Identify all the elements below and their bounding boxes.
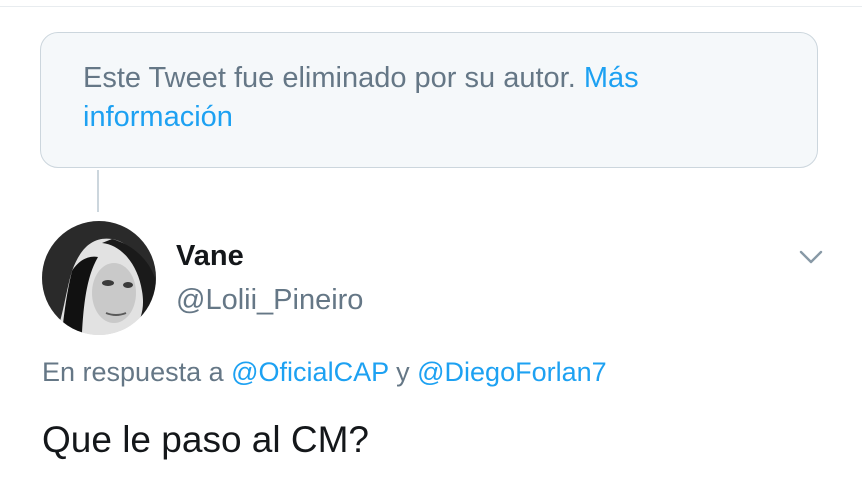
divider [0, 6, 862, 7]
deleted-tweet-text: Este Tweet fue eliminado por su autor. [83, 62, 576, 94]
thread-connector-line [97, 170, 99, 212]
reply-joiner: y [396, 357, 410, 387]
reply-context: En respuesta a @OficialCAP y @DiegoForla… [42, 354, 607, 390]
reply-prefix: En respuesta a [42, 357, 224, 387]
deleted-tweet-notice: Este Tweet fue eliminado por su autor. M… [40, 32, 818, 168]
mention-link-diegoforlan7[interactable]: @DiegoForlan7 [417, 357, 607, 387]
tweet-thread-view: Este Tweet fue eliminado por su autor. M… [0, 0, 862, 485]
author-handle[interactable]: @Lolii_Pineiro [176, 282, 363, 318]
mention-link-oficialcap[interactable]: @OficialCAP [231, 357, 388, 387]
avatar[interactable] [42, 221, 156, 335]
tweet-text: Que le paso al CM? [42, 419, 370, 460]
author-display-name[interactable]: Vane [176, 238, 244, 274]
chevron-down-icon[interactable] [796, 246, 826, 268]
